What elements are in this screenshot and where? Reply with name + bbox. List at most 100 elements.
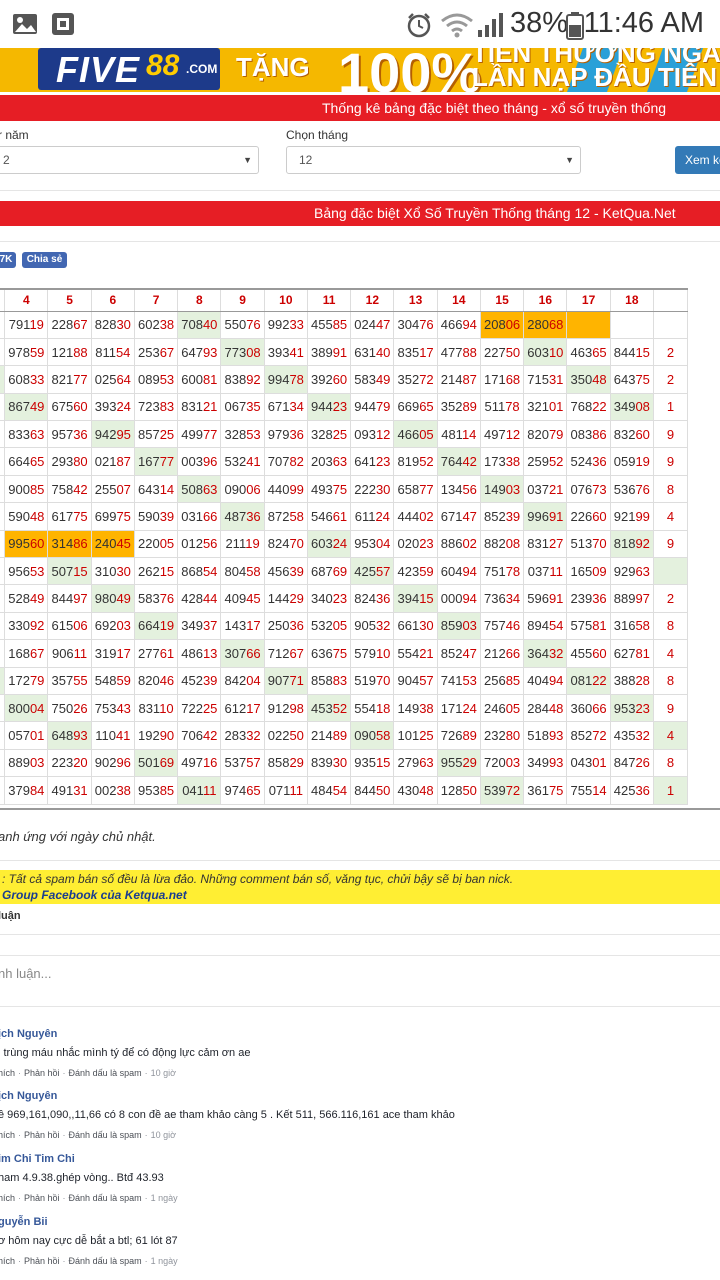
mark-spam-link[interactable]: Đánh dấu là spam [69, 1193, 142, 1203]
result-tail-digits: 64 [116, 371, 131, 387]
like-link[interactable]: hích [0, 1130, 15, 1140]
result-tail-digits: 31 [73, 782, 88, 798]
result-cell: 49131 [47, 776, 92, 805]
divider [0, 934, 720, 935]
mark-spam-link[interactable]: Đánh dấu là spam [69, 1130, 142, 1140]
result-head-digits: 076 [570, 481, 593, 497]
result-cell: 4 [652, 721, 689, 750]
result-tail-digits: 50 [462, 782, 477, 798]
result-tail-digits: 48 [592, 371, 607, 387]
comment-author[interactable]: ịch Nguyên [0, 1028, 57, 1040]
result-cell: 99691 [523, 502, 568, 531]
fb-like-button[interactable]: 7K [0, 252, 16, 268]
result-tail-digits: 38 [159, 317, 175, 333]
banner-line-2: LẦN NẠP ĐẦU TIÊN [472, 62, 718, 92]
result-cell: 83260 [609, 420, 654, 449]
result-head-digits: 393 [267, 344, 290, 360]
result-cell: 81952 [393, 447, 438, 476]
result-head-digits: 818 [613, 536, 636, 552]
result-cell: 48613 [177, 639, 222, 668]
column-header: 11 [306, 288, 352, 312]
result-cell: 45560 [566, 639, 611, 668]
result-tail-digits: 96 [116, 755, 131, 771]
comment-time: 10 giờ [150, 1130, 177, 1140]
reply-link[interactable]: Phản hồi [24, 1256, 60, 1266]
result-head-digits: 456 [267, 563, 290, 579]
comment-author[interactable]: guyễn Bii [0, 1216, 48, 1228]
result-cell: 95529 [436, 748, 481, 778]
result-head-digits: 168 [8, 645, 30, 661]
result-head-digits: 328 [224, 426, 247, 442]
result-tail-digits: 30 [419, 618, 434, 634]
like-link[interactable]: hích [0, 1068, 15, 1078]
result-head-digits: 859 [440, 618, 463, 634]
result-cell: 61217 [220, 693, 265, 723]
result-head-digits: 497 [483, 426, 506, 442]
result-head-digits: 671 [267, 399, 290, 415]
result-head-digits: 537 [224, 755, 247, 771]
result-cell: 64314 [133, 474, 179, 504]
result-tail-digits: 39 [202, 673, 218, 689]
result-head-digits: 090 [224, 481, 247, 497]
result-cell: 14429 [263, 584, 308, 613]
result-cell: 83110 [133, 693, 179, 723]
table-row: 1886749675603932472383831210673567134944… [0, 392, 689, 422]
reply-link[interactable]: Phản hồi [24, 1130, 60, 1140]
table-row: 3960833821770256408953600818389299478392… [0, 365, 689, 394]
result-tail-digits: 50 [289, 728, 304, 744]
result-cell: 53972 [479, 776, 525, 805]
reply-link[interactable]: Phản hồi [24, 1193, 60, 1203]
result-head-digits: 819 [397, 454, 420, 470]
separator: · [144, 1256, 148, 1266]
result-tail-digits: 82 [289, 454, 304, 470]
result-head-digits: 466 [397, 426, 420, 442]
result-head-digits: 942 [94, 426, 117, 442]
like-link[interactable]: hích [0, 1193, 15, 1203]
fb-share-button[interactable]: Chia sẻ [22, 252, 67, 268]
result-cell: 4 [652, 502, 689, 531]
comment-author[interactable]: im Chi Tim Chi [0, 1153, 75, 1165]
reply-link[interactable]: Phản hồi [24, 1068, 60, 1078]
result-cell: 20806 [479, 310, 525, 339]
view-results-button[interactable]: Xem kết quả [675, 146, 720, 174]
result-tail-digits: 30 [116, 317, 131, 333]
comment-input[interactable]: nh luận... [0, 966, 52, 981]
result-head-digits: 868 [181, 563, 203, 579]
result-cell: 43532 [609, 721, 654, 750]
result-head-digits: 277 [137, 645, 160, 661]
result-tail-digits: 21 [548, 481, 564, 497]
result-tail-digits: 58 [246, 563, 261, 579]
result-head-digits: 858 [267, 755, 290, 771]
result-head-digits: 293 [51, 454, 74, 470]
result-head-digits: 824 [354, 591, 376, 607]
like-link[interactable]: hích [0, 1256, 15, 1266]
month-select[interactable]: 12 ▼ [286, 146, 581, 174]
result-tail-digits: 75 [332, 645, 348, 661]
mark-spam-link[interactable]: Đánh dấu là spam [69, 1256, 142, 1266]
result-head-digits: 208 [483, 317, 506, 333]
result-tail-digits: 49 [29, 591, 45, 607]
result-head-digits: 067 [224, 399, 247, 415]
year-select[interactable]: 2 ▼ [0, 146, 259, 174]
result-tail-digits: 97 [73, 591, 88, 607]
facebook-group-link[interactable]: Group Facebook của Ketqua.net [2, 888, 187, 902]
result-cell: 51370 [566, 529, 611, 559]
result-cell: 45585 [306, 310, 352, 339]
result-head-digits: 021 [94, 454, 117, 470]
result-head-digits: 101 [397, 728, 420, 744]
result-cell: 82046 [133, 666, 179, 695]
mark-spam-link[interactable]: Đánh dấu là spam [69, 1068, 142, 1078]
result-head-digits: 328 [310, 426, 333, 442]
comment-author[interactable]: ịch Nguyên [0, 1090, 57, 1102]
column-header: 8 [177, 288, 222, 312]
comment-time: 1 ngày [150, 1193, 178, 1203]
ad-banner[interactable]: FIVE 88 .COM TẶNG 100% TIỀN THƯỞNG NGAY … [0, 48, 720, 92]
result-cell: 64893 [47, 721, 92, 750]
result-head-digits: 081 [570, 673, 593, 689]
result-head-digits: 627 [613, 645, 636, 661]
result-tail-digits: 30 [116, 563, 131, 579]
result-cell: 90296 [90, 748, 135, 778]
result-cell [566, 310, 611, 339]
result-head-digits: 957 [51, 426, 74, 442]
result-head-digits: 071 [268, 782, 290, 798]
